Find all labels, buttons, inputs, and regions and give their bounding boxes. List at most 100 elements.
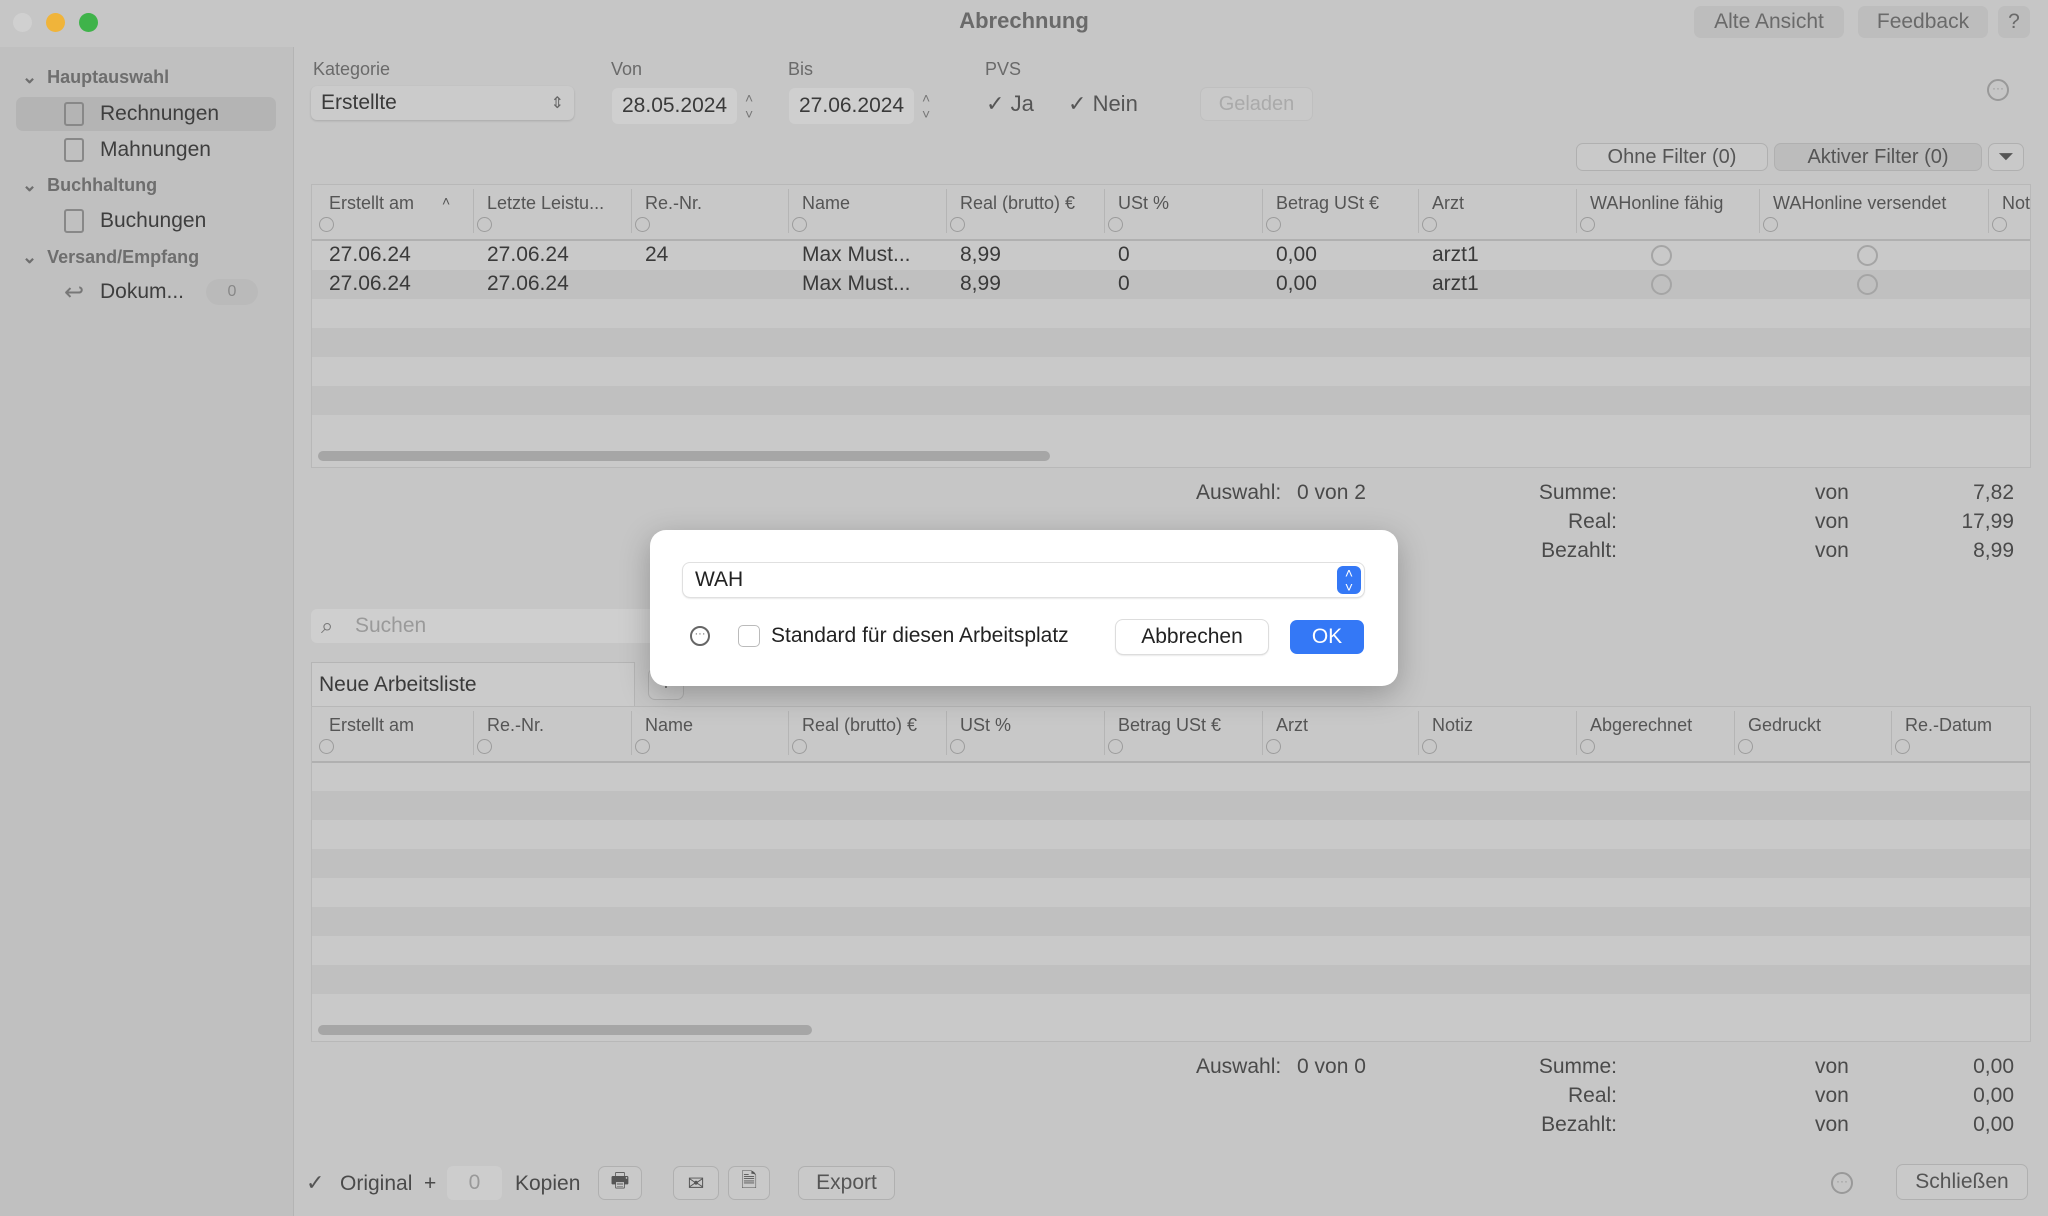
column-filter-radio[interactable] [477, 739, 492, 754]
aktiver-filter-button[interactable]: Aktiver Filter (0) [1774, 143, 1982, 171]
ohne-filter-button[interactable]: Ohne Filter (0) [1576, 143, 1768, 171]
sidebar-group-buchhaltung[interactable]: ⌄ Buchhaltung [22, 175, 157, 196]
column-divider [946, 711, 947, 755]
column-header[interactable]: USt % [960, 715, 1011, 736]
summe-value: 7,82 [1973, 481, 2014, 504]
column-header[interactable]: Real (brutto) € [802, 715, 917, 736]
more-options-icon[interactable]: ··· [1987, 79, 2009, 101]
more-options-icon[interactable]: ··· [690, 626, 710, 646]
von-stepper[interactable]: ˄ ˅ [745, 90, 753, 122]
column-filter-radio[interactable] [1108, 739, 1123, 754]
geladen-button[interactable]: Geladen [1200, 87, 1313, 121]
layout-select[interactable]: WAH ˄ ˅ [683, 563, 1364, 597]
old-view-button[interactable]: Alte Ansicht [1694, 6, 1844, 38]
table-row[interactable]: 27.06.24 27.06.24 24 Max Must... 8,99 0 0,00 ar… [312, 241, 2030, 270]
help-button[interactable]: ? [1998, 6, 2030, 38]
export-button[interactable]: Export [798, 1166, 895, 1200]
tab-neue-arbeitsliste[interactable]: Neue Arbeitsliste [311, 662, 635, 706]
wahonline-faehig-radio[interactable] [1651, 274, 1672, 295]
table-cell: 0,00 [1276, 243, 1317, 266]
original-checkbox[interactable]: ✓ [306, 1170, 324, 1196]
table-cell: arzt1 [1432, 272, 1479, 295]
column-filter-radio[interactable] [319, 739, 334, 754]
column-header[interactable]: Letzte Leistu... [487, 193, 604, 214]
column-header[interactable]: WAHonline fähig [1590, 193, 1723, 214]
wahonline-versendet-radio[interactable] [1857, 245, 1878, 266]
column-header[interactable]: WAHonline versendet [1773, 193, 1946, 214]
column-header[interactable]: Not [2002, 193, 2030, 214]
column-header[interactable]: Erstellt am [329, 193, 414, 214]
wahonline-faehig-radio[interactable] [1651, 245, 1672, 266]
horizontal-scrollbar[interactable] [318, 1025, 812, 1035]
column-header[interactable]: Re.-Nr. [645, 193, 702, 214]
column-filter-radio[interactable] [477, 217, 492, 232]
column-divider [473, 711, 474, 755]
sidebar-group-versand[interactable]: ⌄ Versand/Empfang [22, 247, 199, 268]
column-filter-radio[interactable] [319, 217, 334, 232]
column-header[interactable]: Name [645, 715, 693, 736]
chevron-down-icon: ⌄ [22, 67, 38, 87]
bis-stepper[interactable]: ˄ ˅ [922, 90, 930, 122]
column-filter-radio[interactable] [1580, 739, 1595, 754]
column-filter-radio[interactable] [635, 217, 650, 232]
column-filter-radio[interactable] [1895, 739, 1910, 754]
column-header[interactable]: Betrag USt € [1118, 715, 1221, 736]
column-header[interactable]: Name [802, 193, 850, 214]
column-filter-radio[interactable] [1422, 739, 1437, 754]
column-filter-radio[interactable] [1108, 217, 1123, 232]
column-filter-radio[interactable] [1992, 217, 2007, 232]
column-filter-radio[interactable] [1422, 217, 1437, 232]
copies-input[interactable]: 0 [447, 1166, 502, 1200]
ja-checkbox[interactable]: ✓ Ja [986, 91, 1034, 117]
printer-icon[interactable]: 🖶 [598, 1166, 642, 1200]
more-options-icon[interactable]: ··· [1831, 1172, 1853, 1194]
column-header[interactable]: Notiz [1432, 715, 1473, 736]
column-header[interactable]: Betrag USt € [1276, 193, 1379, 214]
cancel-button[interactable]: Abbrechen [1116, 620, 1268, 654]
column-header[interactable]: Re.-Nr. [487, 715, 544, 736]
standard-checkbox[interactable] [738, 625, 760, 647]
ok-button[interactable]: OK [1290, 620, 1364, 654]
sidebar-item-dokumente[interactable]: ↩ Dokum... 0 [16, 275, 276, 309]
column-divider [946, 189, 947, 233]
pdf-document-icon[interactable]: 🗎 [728, 1166, 770, 1200]
column-filter-radio[interactable] [1580, 217, 1595, 232]
von-date-field[interactable]: 28.05.2024 [612, 88, 737, 124]
funnel-filter-icon[interactable]: ⏷ [1988, 143, 2024, 171]
kategorie-select[interactable]: Erstellte ⇕ [311, 86, 574, 120]
bis-date-field[interactable]: 27.06.2024 [789, 88, 914, 124]
table-cell: 24 [645, 243, 669, 266]
column-filter-radio[interactable] [950, 217, 965, 232]
sidebar-group-hauptauswahl[interactable]: ⌄ Hauptauswahl [22, 67, 169, 88]
column-filter-radio[interactable] [950, 739, 965, 754]
horizontal-scrollbar[interactable] [318, 451, 1050, 461]
column-header[interactable]: Re.-Datum [1905, 715, 1992, 736]
column-header[interactable]: Erstellt am [329, 715, 414, 736]
column-filter-radio[interactable] [792, 739, 807, 754]
column-filter-radio[interactable] [1266, 739, 1281, 754]
sidebar-item-buchungen[interactable]: Buchungen [16, 204, 276, 238]
column-header[interactable]: Arzt [1276, 715, 1308, 736]
column-header[interactable]: Gedruckt [1748, 715, 1821, 736]
wahonline-versendet-radio[interactable] [1857, 274, 1878, 295]
column-filter-radio[interactable] [635, 739, 650, 754]
column-filter-radio[interactable] [1763, 217, 1778, 232]
table-row[interactable]: 27.06.24 27.06.24 Max Must... 8,99 0 0,00 arzt… [312, 270, 2030, 299]
column-filter-radio[interactable] [792, 217, 807, 232]
column-header[interactable]: Abgerechnet [1590, 715, 1692, 736]
column-filter-radio[interactable] [1738, 739, 1753, 754]
invoices-table: Erstellt am Letzte Leistu... Re.-Nr. Name Re… [311, 184, 2031, 468]
bezahlt-label: Bezahlt: [1541, 1113, 1617, 1136]
feedback-button[interactable]: Feedback [1858, 6, 1988, 38]
real-label: Real: [1567, 1084, 1617, 1107]
close-button[interactable]: Schließen [1896, 1164, 2028, 1200]
column-header[interactable]: Real (brutto) € [960, 193, 1075, 214]
sidebar-item-mahnungen[interactable]: Mahnungen [16, 133, 276, 167]
column-header[interactable]: Arzt [1432, 193, 1464, 214]
sidebar-item-rechnungen[interactable]: Rechnungen [16, 97, 276, 131]
return-arrow-icon: ↩ [64, 278, 85, 306]
mail-icon[interactable]: ✉ [673, 1166, 719, 1200]
column-filter-radio[interactable] [1266, 217, 1281, 232]
column-header[interactable]: USt % [1118, 193, 1169, 214]
nein-checkbox[interactable]: ✓ Nein [1068, 91, 1138, 117]
